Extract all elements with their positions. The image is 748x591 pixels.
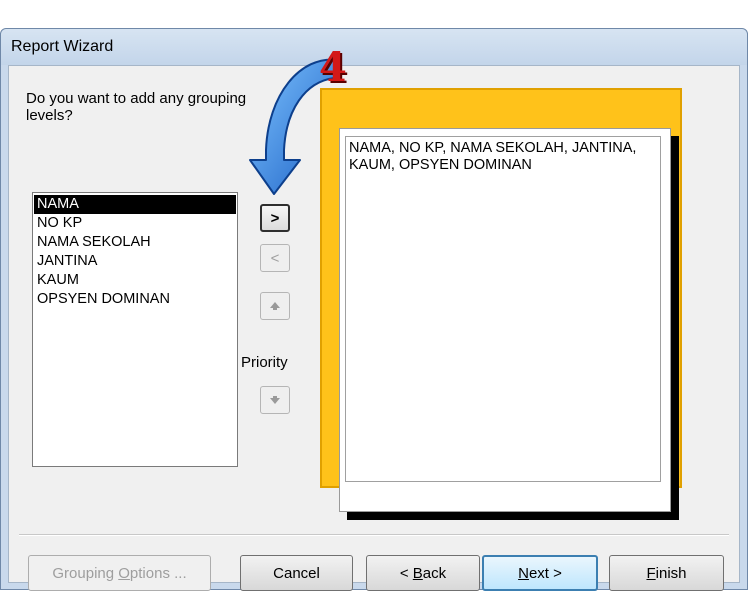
grouping-options-label-pre: Grouping [52, 564, 119, 582]
grouping-options-label-post: ptions ... [129, 564, 187, 582]
list-item[interactable]: NAMA SEKOLAH [34, 233, 236, 252]
grouping-options-button[interactable]: Grouping Options ... [28, 555, 211, 591]
priority-down-button[interactable] [260, 386, 290, 414]
report-wizard-window: Report Wizard Do you want to add any gro… [0, 28, 748, 591]
priority-label: Priority [241, 354, 288, 371]
back-label-post: ack [422, 564, 447, 582]
next-label-post: ext > [528, 564, 562, 582]
list-item[interactable]: KAUM [34, 271, 236, 290]
back-label-pre: < [399, 564, 413, 582]
list-item[interactable]: JANTINA [34, 252, 236, 271]
back-button[interactable]: < Back [366, 555, 480, 591]
priority-up-button[interactable] [260, 292, 290, 320]
finish-button[interactable]: Finish [609, 555, 724, 591]
list-item[interactable]: OPSYEN DOMINAN [34, 290, 236, 309]
available-fields-list[interactable]: NAMA NO KP NAMA SEKOLAH JANTINA KAUM OPS… [32, 192, 238, 467]
next-button[interactable]: Next > [482, 555, 598, 591]
cancel-button[interactable]: Cancel [240, 555, 353, 591]
arrow-up-icon [270, 302, 280, 310]
preview-box [345, 136, 661, 482]
finish-access-key: F [646, 564, 656, 582]
remove-grouping-button[interactable]: < [260, 244, 290, 272]
title-bar[interactable]: Report Wizard [1, 29, 747, 65]
window-title: Report Wizard [11, 38, 114, 55]
separator [19, 534, 729, 536]
step-number-badge: 4 [319, 44, 347, 91]
finish-label-post: inish [655, 564, 687, 582]
list-item[interactable]: NAMA [34, 195, 236, 214]
grouping-question: Do you want to add any grouping levels? [26, 90, 247, 124]
list-item[interactable]: NO KP [34, 214, 236, 233]
wizard-body: Do you want to add any grouping levels? … [8, 65, 740, 591]
next-access-key: N [518, 564, 529, 582]
preview-text: NAMA, NO KP, NAMA SEKOLAH, JANTINA, KAUM… [349, 140, 637, 173]
add-grouping-button[interactable]: > [260, 204, 290, 232]
grouping-options-access-key: O [118, 564, 130, 582]
arrow-down-icon [270, 396, 280, 404]
back-access-key: B [412, 564, 423, 582]
